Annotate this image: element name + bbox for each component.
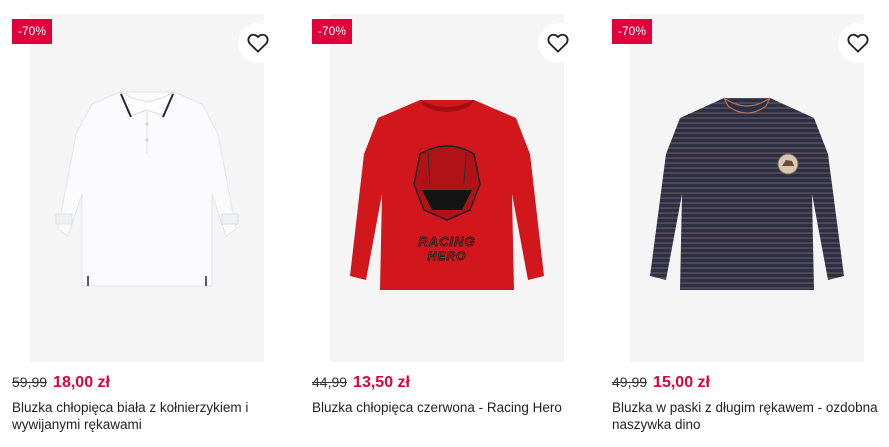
svg-text:RACING: RACING — [418, 234, 475, 249]
sale-price: 18,00 zł — [53, 374, 110, 391]
product-image-white-polo[interactable] — [30, 14, 264, 362]
discount-badge: -70% — [12, 19, 52, 44]
product-card[interactable]: -70% 49,99 15,00 zł Bluzka w paski z dłu… — [612, 0, 889, 447]
old-price: 59,99 — [12, 374, 48, 390]
price-row: 44,99 13,50 zł — [312, 374, 410, 396]
discount-badge: -70% — [612, 19, 652, 44]
product-card[interactable]: RACING HERO -70% 44,99 13,50 zł Bluzka c… — [312, 0, 589, 447]
red-racing-hero-shirt-illustration: RACING HERO — [350, 100, 544, 290]
product-name-link[interactable]: Bluzka chłopięca biała z kołnierzykiem i… — [12, 399, 282, 433]
heart-icon — [547, 33, 569, 53]
product-image-red-racing[interactable]: RACING HERO — [330, 14, 564, 362]
product-image-navy-striped[interactable] — [630, 14, 864, 362]
old-price: 49,99 — [612, 374, 648, 390]
price-row: 59,99 18,00 zł — [12, 374, 110, 396]
discount-badge: -70% — [312, 19, 352, 44]
heart-icon — [247, 33, 269, 53]
sale-price: 13,50 zł — [353, 374, 410, 391]
product-card[interactable]: -70% 59,99 18,00 zł Bluzka chłopięca bia… — [12, 0, 289, 447]
heart-icon — [847, 33, 869, 53]
add-to-favorites-button[interactable] — [238, 23, 278, 63]
product-name-link[interactable]: Bluzka chłopięca czerwona - Racing Hero — [312, 399, 582, 416]
product-name-link[interactable]: Bluzka w paski z długim rękawem - ozdobn… — [612, 399, 882, 433]
sale-price: 15,00 zł — [653, 374, 710, 391]
add-to-favorites-button[interactable] — [838, 23, 878, 63]
old-price: 44,99 — [312, 374, 348, 390]
navy-striped-shirt-illustration — [650, 97, 844, 290]
price-row: 49,99 15,00 zł — [612, 374, 710, 396]
white-polo-shirt-illustration — [55, 90, 239, 287]
add-to-favorites-button[interactable] — [538, 23, 578, 63]
svg-text:HERO: HERO — [428, 249, 467, 263]
product-grid: -70% 59,99 18,00 zł Bluzka chłopięca bia… — [0, 0, 889, 447]
